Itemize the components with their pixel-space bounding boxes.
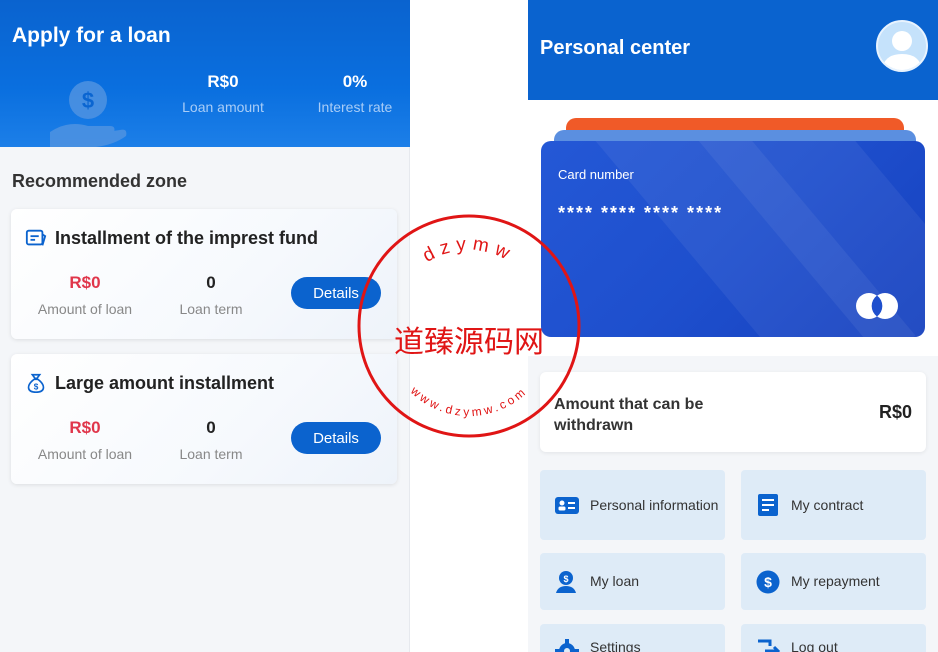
term-label: Loan term xyxy=(179,301,243,317)
menu-personal-information[interactable]: Personal information xyxy=(540,470,725,540)
loan-product-card[interactable]: $ Large amount installment R$0 Amount of… xyxy=(11,354,397,484)
gear-icon xyxy=(555,639,579,652)
menu-label: Settings xyxy=(590,639,641,652)
svg-text:dzymw: dzymw xyxy=(419,234,518,267)
menu-settings[interactable]: Settings xyxy=(540,624,725,652)
menu-label: My contract xyxy=(791,496,864,513)
withdrawable-label: Amount that can be withdrawn xyxy=(554,396,704,434)
menu-label: Log out xyxy=(791,639,838,652)
menu-label: My loan xyxy=(590,573,640,589)
amount-column: R$0 Amount of loan xyxy=(27,273,143,317)
interest-rate-label: Interest rate xyxy=(317,99,393,115)
personal-center-panel: Personal center Card number **** **** **… xyxy=(528,0,938,652)
loan-panel: Apply for a loan $ R$0 Loan amount 0% In… xyxy=(0,0,410,652)
term-value: 0 xyxy=(206,273,216,292)
withdrawable-value: R$0 xyxy=(878,402,912,422)
card-header: Installment of the imprest fund xyxy=(25,227,318,249)
term-column: 0 Loan term xyxy=(171,273,251,317)
page-title: Apply for a loan xyxy=(12,24,171,47)
menu-log-out[interactable]: Log out xyxy=(741,624,926,652)
menu-label: Personal information xyxy=(590,496,719,513)
menu-my-loan[interactable]: $ My loan xyxy=(540,553,725,610)
watermark-center-text: 道臻源码网 xyxy=(394,325,544,360)
user-icon xyxy=(882,31,922,70)
card-title: Large amount installment xyxy=(55,372,275,393)
watermark-bottom-text: www.dzymw.com xyxy=(407,383,527,419)
bank-card[interactable]: Card number **** **** **** **** xyxy=(541,141,925,337)
menu-my-repayment[interactable]: $ My repayment xyxy=(741,553,926,610)
loan-amount-stat: R$0 Loan amount xyxy=(176,72,270,115)
interest-rate-value: 0% xyxy=(342,72,368,91)
card-brand-icon xyxy=(856,293,898,319)
svg-text:$: $ xyxy=(563,574,568,584)
withdrawable-amount: Amount that can be withdrawn R$0 xyxy=(540,372,926,452)
amount-label: Amount of loan xyxy=(37,301,133,317)
contract-icon xyxy=(758,494,778,516)
id-card-icon xyxy=(555,497,579,514)
user-loan-icon: $ xyxy=(556,570,576,593)
menu-my-contract[interactable]: My contract xyxy=(741,470,926,540)
loan-amount-label: Loan amount xyxy=(182,99,264,115)
watermark-stamp: dzymw 道臻源码网 www.dzymw.com xyxy=(357,214,581,438)
svg-text:$: $ xyxy=(764,574,772,590)
interest-rate-stat: 0% Interest rate xyxy=(312,72,398,115)
amount-value: R$0 xyxy=(69,418,101,437)
logout-icon xyxy=(758,639,781,652)
card-title: Installment of the imprest fund xyxy=(55,227,319,248)
bank-card-area: Card number **** **** **** **** xyxy=(528,100,938,356)
amount-value: R$0 xyxy=(69,273,101,292)
term-label: Loan term xyxy=(179,446,243,462)
money-bag-icon: $ xyxy=(27,373,45,393)
avatar[interactable] xyxy=(876,20,928,72)
svg-text:$: $ xyxy=(34,382,39,391)
watermark-top-text: dzymw xyxy=(419,234,512,267)
card-number-label: Card number xyxy=(558,167,634,182)
loan-header: Apply for a loan $ R$0 Loan amount 0% In… xyxy=(0,0,410,147)
term-column: 0 Loan term xyxy=(171,418,251,462)
loan-product-card[interactable]: Installment of the imprest fund R$0 Amou… xyxy=(11,209,397,339)
term-value: 0 xyxy=(206,418,216,437)
amount-column: R$0 Amount of loan xyxy=(27,418,143,462)
card-icon xyxy=(25,229,47,246)
stage: { "loan": { "title": "Apply for a loan",… xyxy=(0,0,938,652)
card-header: $ Large amount installment xyxy=(25,372,274,394)
svg-text:$: $ xyxy=(82,88,94,113)
dollar-icon: $ xyxy=(756,570,780,593)
svg-text:www.dzymw.com: www.dzymw.com xyxy=(407,383,530,419)
hand-dollar-icon: $ xyxy=(50,81,127,147)
recommended-zone-title: Recommended zone xyxy=(12,171,188,191)
loan-amount-value: R$0 xyxy=(207,72,239,91)
menu-label: My repayment xyxy=(791,573,880,589)
personal-center-title: Personal center xyxy=(540,37,691,59)
personal-header: Personal center xyxy=(528,0,938,100)
amount-label: Amount of loan xyxy=(37,446,133,462)
